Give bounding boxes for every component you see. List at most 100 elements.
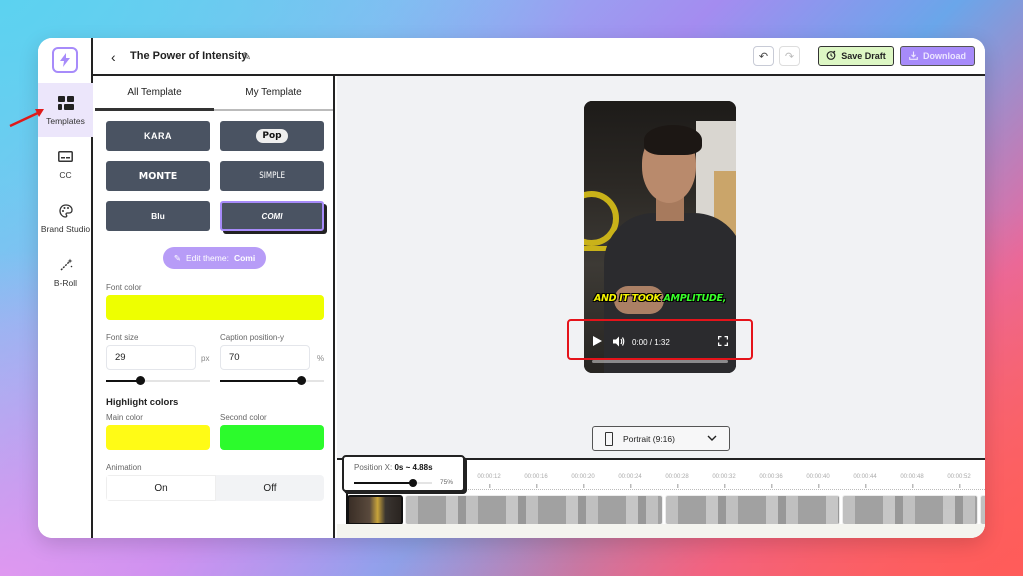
edit-theme-button[interactable]: ✎ Edit theme: Comi [163,247,266,269]
slider-handle[interactable] [136,376,146,385]
portrait-phone-icon [605,431,613,446]
template-label: SIMPLE [259,171,285,181]
aspect-ratio-select[interactable]: Portrait (9:16) [592,426,730,451]
video-controls: 0:00 / 1:32 [592,335,729,349]
project-title: The Power of Intensity [130,50,248,62]
timeline-tick-label: 00:00:12 [477,474,501,488]
position-slider[interactable] [354,479,432,487]
caption-position-slider[interactable] [220,376,324,386]
caption-overlay[interactable]: AND IT TOOK AMPLITUDE, [584,293,736,304]
font-size-slider[interactable] [106,376,210,386]
sidebar-item-label: Brand Studio [40,223,91,234]
fullscreen-icon[interactable] [717,335,729,348]
video-progress-bar[interactable] [592,360,728,363]
video-preview[interactable]: AND IT TOOK AMPLITUDE, 0:00 / 1:32 [584,101,736,373]
font-size-label: Font size [106,333,139,342]
second-color-label: Second color [220,413,267,422]
animation-label: Animation [106,463,142,472]
template-monte[interactable]: MONTE [106,161,210,191]
download-icon [909,51,918,62]
template-panel: All Template My Template KARA Pop MONTE … [95,76,335,538]
closed-caption-icon [58,149,74,165]
timeline-tick-label: 00:00:40 [806,474,830,488]
magic-wand-icon [58,257,74,273]
app-window: Templates CC Brand Studio B-Roll ‹ The P… [38,38,985,538]
sidebar-item-label: CC [59,169,72,180]
template-label: MONTE [138,170,178,182]
template-label: Pop [256,129,288,143]
lightning-bolt-icon[interactable] [52,47,78,73]
sidebar-item-label: Templates [46,115,85,126]
main-color-swatch[interactable] [106,425,210,450]
timeline-clip-selected[interactable] [347,495,403,525]
animation-off-option[interactable]: Off [216,475,324,501]
tab-my-template[interactable]: My Template [214,76,333,111]
timeline-tick-label: 00:00:28 [665,474,689,488]
edit-theme-name: Comi [233,253,256,263]
volume-icon[interactable] [613,336,625,349]
timeline-clip[interactable] [405,495,663,525]
timeline-tick-label: 00:00:16 [524,474,548,488]
slider-handle[interactable] [408,479,417,487]
preview-stage: AND IT TOOK AMPLITUDE, 0:00 / 1:32 Portr… [337,76,985,492]
timeline-tick-label: 00:00:36 [759,474,783,488]
top-bar: ‹ The Power of Intensity ✎ ↶ ↷ Save Draf… [93,38,985,76]
video-time: 0:00 / 1:32 [632,337,670,347]
sidebar-item-templates[interactable]: Templates [38,83,93,137]
sidebar-rail: Templates CC Brand Studio B-Roll [38,38,93,538]
caption-position-label: Caption position-y [220,333,285,342]
edit-theme-prefix: Edit theme: [185,253,229,263]
download-button[interactable]: Download [900,46,975,66]
template-pop[interactable]: Pop [220,121,324,151]
template-tabs: All Template My Template [95,76,333,111]
caption-position-input[interactable]: 70 [220,345,310,370]
highlight-colors-heading: Highlight colors [106,397,179,408]
template-kara[interactable]: KARA [106,121,210,151]
animation-on-option[interactable]: On [106,475,216,501]
second-color-swatch[interactable] [220,425,324,450]
undo-icon: ↶ [758,50,769,63]
play-icon[interactable] [592,335,603,349]
timeline-tick-label: 00:00:20 [571,474,595,488]
template-label: KARA [144,131,172,141]
chevron-down-icon [707,433,717,444]
font-size-input[interactable]: 29 [106,345,196,370]
save-draft-button[interactable]: Save Draft [818,46,894,66]
timeline-tick-label: 00:00:52 [947,474,971,488]
timeline-clip[interactable] [665,495,840,525]
pencil-icon: ✎ [173,252,181,263]
sidebar-item-brand-studio[interactable]: Brand Studio [38,191,93,245]
aspect-ratio-label: Portrait (9:16) [623,433,675,444]
slider-fill [106,380,141,382]
clip-strip [347,495,985,525]
template-simple[interactable]: SIMPLE [220,161,324,191]
timeline-clip[interactable] [842,495,978,525]
template-label: COMI [261,211,283,221]
timeline-clip[interactable] [980,495,985,525]
timeline-scrollbar[interactable] [337,524,985,538]
timeline-tick-label: 00:00:24 [618,474,642,488]
palette-icon [58,203,74,219]
timeline-tick-label: 00:00:44 [853,474,877,488]
slider-handle[interactable] [297,376,307,385]
grid-layout-icon [57,95,74,111]
font-color-label: Font color [106,283,142,292]
template-blu[interactable]: Blu [106,201,210,231]
redo-button[interactable]: ↷ [779,46,800,66]
position-range: 0s ~ 4.88s [394,463,433,472]
position-popover: Position X: 0s ~ 4.88s 75% [342,455,465,492]
chevron-left-icon[interactable]: ‹ [111,49,116,65]
main-color-label: Main color [106,413,143,422]
font-color-swatch[interactable] [106,295,324,320]
timeline-tick-label: 00:00:48 [900,474,924,488]
sidebar-item-b-roll[interactable]: B-Roll [38,245,93,299]
sidebar-item-cc[interactable]: CC [38,137,93,191]
redo-icon: ↷ [784,50,795,63]
tab-all-template[interactable]: All Template [95,76,214,111]
undo-button[interactable]: ↶ [753,46,774,66]
template-comi[interactable]: COMI [220,201,324,231]
pencil-icon[interactable]: ✎ [242,50,251,63]
template-label: Blu [151,211,165,221]
timeline-tick-label: 00:00:32 [712,474,736,488]
caption-position-unit: % [317,354,325,363]
